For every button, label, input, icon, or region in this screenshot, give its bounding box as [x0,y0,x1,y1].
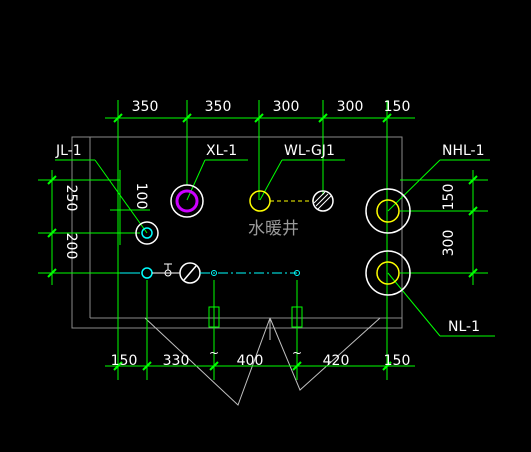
dim-bottom-1: 150 [111,353,138,369]
label-nl: NL-1 [448,319,480,335]
label-xl: XL-1 [206,143,237,159]
dimension-ticks [47,113,478,371]
dim-right-2: 300 [441,230,457,257]
dim-bottom-4: 420 [323,353,350,369]
break-mark-1: ~ [209,346,219,360]
break-mark-2: ~ [292,346,302,360]
dim-bottom-5: 150 [384,353,411,369]
pipes [135,184,411,296]
dim-left-1: 250 [63,185,79,212]
dim-top-4: 300 [337,99,364,115]
left-dimension-texts: 250 200 100 [63,183,149,260]
plan-svg: 350 350 300 300 150 150 330 400 420 150 … [38,99,495,406]
room-label: 水暖井 [248,219,299,239]
pipe-labels: JL-1 XL-1 WL-GJ1 NHL-1 NL-1 水暖井 [55,143,485,335]
dim-top-2: 350 [205,99,232,115]
branch-node [141,267,153,279]
cad-drawing: 350 350 300 300 150 150 330 400 420 150 … [0,0,531,447]
dim-top-1: 350 [132,99,159,115]
dim-bottom-3: 400 [237,353,264,369]
dim-right-1: 150 [441,184,457,211]
label-nhl: NHL-1 [442,143,485,159]
pipe-xl-inner [175,189,199,213]
dim-left-2: 200 [63,233,79,260]
label-jl: JL-1 [55,143,82,159]
dim-top-5: 150 [384,99,411,115]
label-wl: WL-GJ1 [284,143,335,159]
top-dimension-texts: 350 350 300 300 150 [132,99,411,115]
dimension-lines [38,100,495,380]
pipe-wl [249,190,271,212]
leader-wl [259,159,283,201]
cleanout-hatch [313,191,332,210]
dim-top-3: 300 [273,99,300,115]
leader-nl [387,272,441,337]
right-dimension-texts: 150 300 [441,184,457,257]
dim-bottom-2: 330 [163,353,190,369]
dim-inner: 100 [133,183,149,210]
